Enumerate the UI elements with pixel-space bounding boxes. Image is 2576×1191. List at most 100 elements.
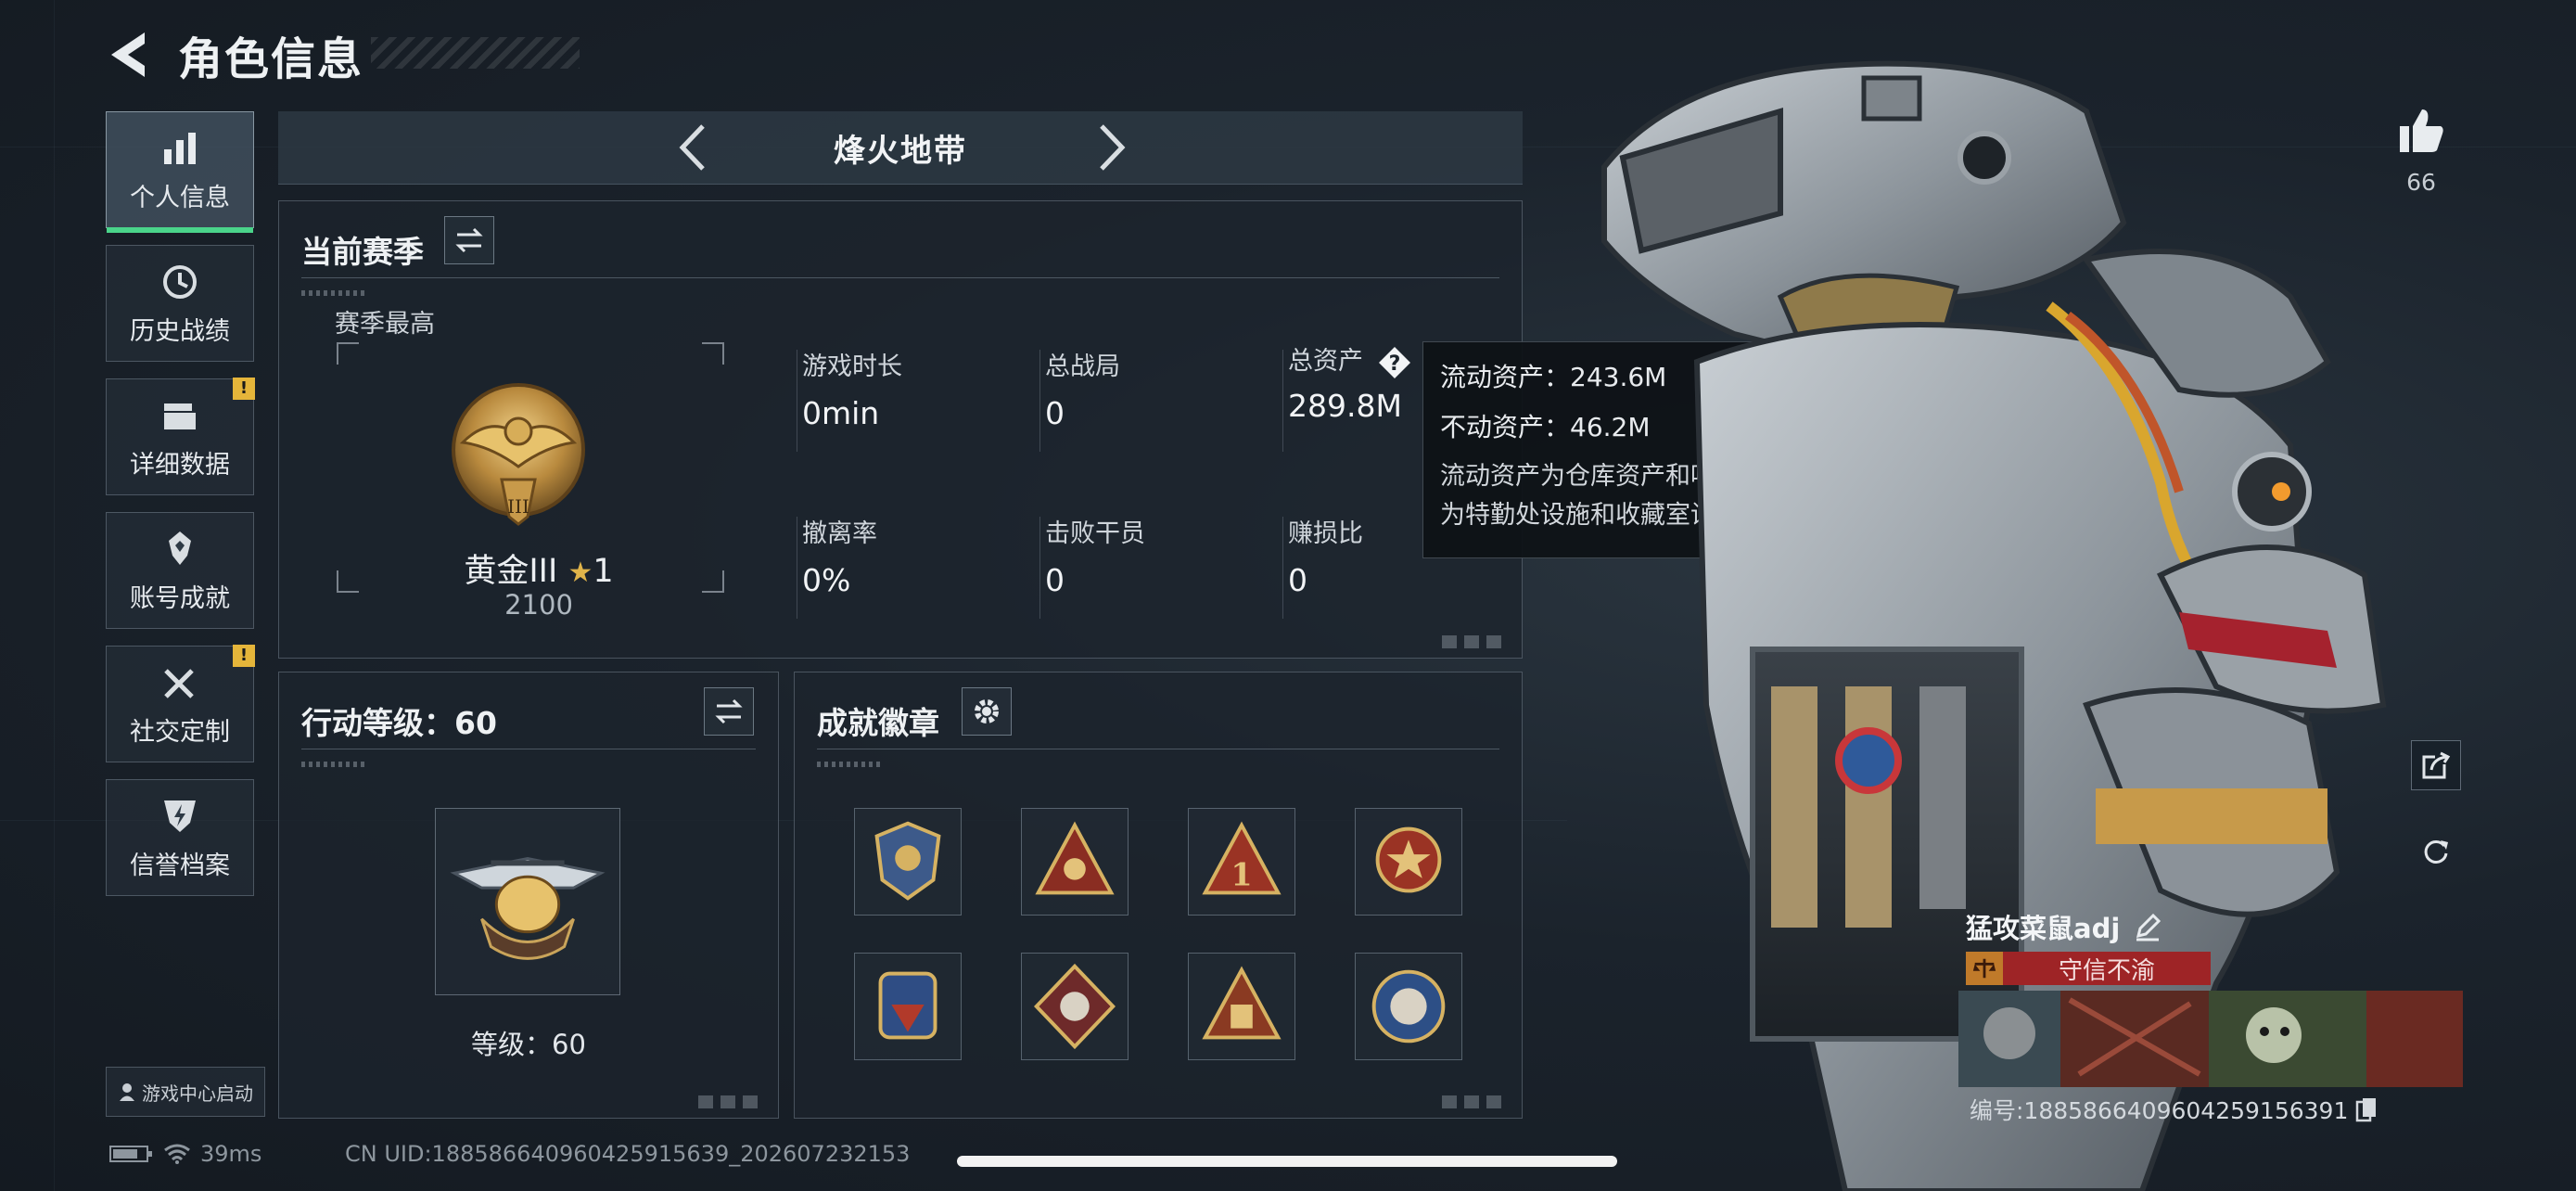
sidebar-item-social[interactable]: ! 社交定制: [106, 645, 255, 762]
copy-icon[interactable]: [2355, 1096, 2378, 1122]
game-center-button[interactable]: 游戏中心启动: [106, 1067, 265, 1117]
mode-next-button[interactable]: [1083, 121, 1137, 174]
network-status: 39ms: [109, 1141, 261, 1167]
divider: [301, 277, 1499, 278]
level-panel: 行动等级：60 等级：60: [278, 672, 779, 1119]
season-switch-button[interactable]: [444, 216, 494, 264]
sidebar-item-personal-info[interactable]: 个人信息: [106, 111, 254, 233]
like-count: 66: [2406, 169, 2436, 196]
folder-icon: [164, 403, 196, 429]
swap-icon: [455, 227, 483, 253]
stat-label: 击败干员: [1045, 519, 1145, 548]
stat-play-time: 游戏时长 0min: [802, 346, 902, 431]
achievement-badge[interactable]: 1: [1188, 808, 1295, 916]
gear-icon: [975, 699, 999, 724]
level-title: 行动等级：60: [301, 705, 497, 741]
home-indicator[interactable]: [957, 1156, 1617, 1167]
decoration: [698, 1095, 765, 1108]
decoration: [301, 290, 366, 296]
divider: [1282, 350, 1283, 452]
stat-kills: 击败干员 0: [1045, 513, 1145, 598]
refresh-icon: [2424, 839, 2448, 864]
medal-icon: [169, 531, 191, 565]
level-emblem: [435, 808, 620, 995]
stat-label: 撤离率: [802, 519, 877, 548]
stat-value: 0min: [802, 395, 880, 431]
scale-icon: [1966, 952, 2003, 985]
achievement-badge[interactable]: [1355, 808, 1462, 916]
achievement-badge[interactable]: [1355, 953, 1462, 1060]
mode-prev-button[interactable]: [668, 121, 721, 174]
gold-rank-emblem-icon: III: [452, 383, 585, 526]
swap-icon: [715, 698, 743, 724]
crest-badge-icon: [878, 971, 937, 1040]
stat-value: 0: [1045, 562, 1065, 598]
credit-status-badge: 守信不渝: [1966, 952, 2211, 985]
mode-title: 烽火地带: [834, 132, 967, 170]
page-title: 角色信息: [178, 33, 364, 85]
level-switch-button[interactable]: [704, 687, 754, 736]
edit-pencil-icon[interactable]: [2133, 912, 2162, 941]
sidebar-item-credit[interactable]: 信誉档案: [106, 779, 254, 896]
header: 角色信息: [102, 22, 363, 87]
ping-text: 39ms: [200, 1141, 262, 1167]
share-icon: [2422, 751, 2451, 779]
sidebar-item-history[interactable]: 历史战绩: [106, 245, 254, 362]
rank-score: 2100: [504, 589, 573, 621]
bar-chart-icon: [164, 132, 196, 164]
notification-badge: !: [233, 645, 255, 667]
sidebar-item-label: 账号成就: [130, 583, 230, 613]
sidebar-item-detail-data[interactable]: ! 详细数据: [106, 378, 255, 495]
thumbs-up-icon: [2400, 109, 2443, 152]
divider: [1282, 517, 1283, 619]
star-badge-icon: [1375, 826, 1442, 893]
sidebar-item-label: 社交定制: [130, 717, 230, 747]
stat-label-text: 总资产: [1288, 347, 1363, 376]
stat-label: 游戏时长: [802, 352, 902, 381]
achievement-badge[interactable]: [1021, 808, 1129, 916]
sidebar-item-achievements[interactable]: 账号成就: [106, 512, 254, 629]
rotate-button[interactable]: [2411, 826, 2461, 876]
title-decoration: [371, 37, 580, 69]
achievement-badge[interactable]: [1021, 953, 1129, 1060]
rank-name: 黄金III ★1: [372, 544, 706, 592]
achievement-badge[interactable]: [854, 808, 962, 916]
decoration: [301, 762, 366, 767]
helicopter-emblem-icon: [450, 856, 606, 960]
achievement-badge[interactable]: [1188, 953, 1295, 1060]
back-arrow-icon: [111, 32, 145, 77]
sidebar-nav: 个人信息 历史战绩 ! 详细数据 账号成就 ! 社交定制 信誉档案: [106, 111, 258, 913]
stat-value: 0: [1288, 562, 1307, 598]
sidebar-item-label: 详细数据: [130, 450, 230, 480]
achievement-badge[interactable]: [854, 953, 962, 1060]
battery-icon: [109, 1146, 152, 1162]
round-emblem-badge-icon: [1371, 969, 1446, 1044]
stat-total-assets: 总资产 ? 289.8M: [1288, 340, 1412, 424]
wifi-icon: [164, 1144, 190, 1164]
stat-value: 0: [1045, 395, 1065, 431]
credit-status-text: 守信不渝: [2058, 956, 2155, 985]
achievements-settings-button[interactable]: [962, 687, 1012, 736]
rank-star-icon: ★: [567, 557, 593, 589]
stat-label: 总资产 ?: [1288, 340, 1412, 380]
share-button[interactable]: [2411, 740, 2461, 790]
wolf-badge-icon: [1034, 963, 1116, 1050]
player-name: 猛攻菜鼠adj: [1966, 907, 2162, 946]
back-button[interactable]: [102, 27, 158, 83]
shield-badge-icon: [874, 821, 941, 901]
game-center-label: 游戏中心启动: [142, 1082, 253, 1105]
stat-value: 0%: [802, 562, 851, 598]
achievements-panel: 成就徽章 1: [794, 672, 1523, 1119]
like-button[interactable]: 66: [2391, 104, 2452, 196]
pyramid-badge-icon: [1202, 966, 1282, 1040]
help-icon[interactable]: ?: [1377, 345, 1412, 380]
svg-text:?: ?: [1388, 352, 1400, 376]
user-icon: [120, 1083, 134, 1101]
chevron-right-icon: [1100, 124, 1126, 171]
number-one-badge-icon: 1: [1202, 821, 1282, 895]
achievements-title: 成就徽章: [817, 705, 939, 741]
stat-label: 总战局: [1045, 352, 1120, 381]
divider: [1039, 517, 1040, 619]
player-banner-image: [1958, 991, 2463, 1087]
sidebar-item-label: 历史战绩: [130, 316, 230, 346]
